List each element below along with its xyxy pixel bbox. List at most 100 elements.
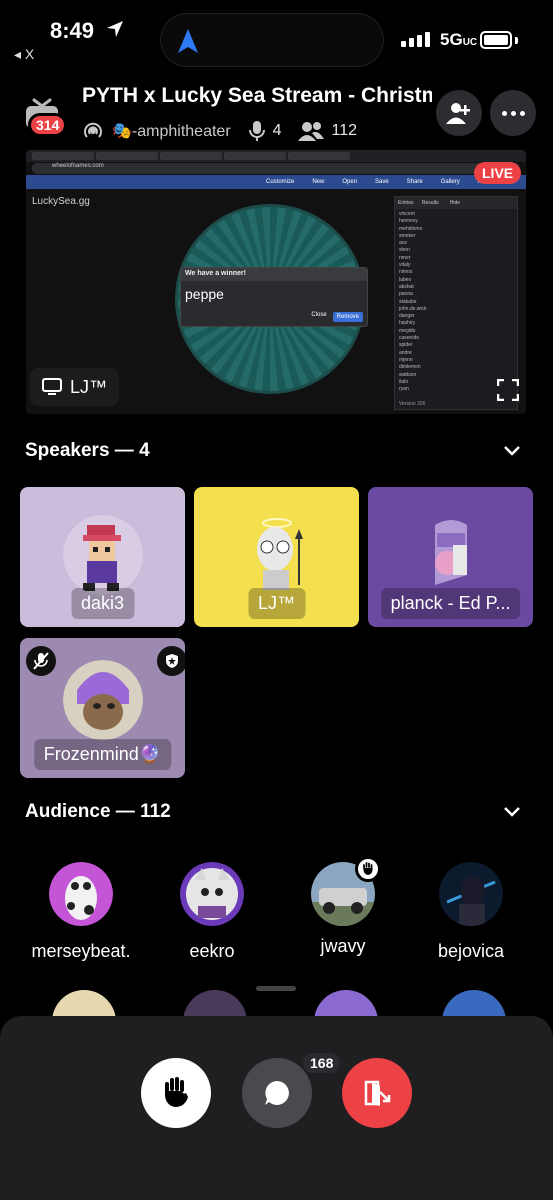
audience-heading: Audience — 112 [25, 801, 171, 822]
entry-item: nmer [399, 254, 411, 261]
audience-name: jwavy [320, 936, 366, 956]
mic-muted-icon [33, 652, 49, 670]
screen-share-stream[interactable]: wheelofnames.com Customize New Open Save Sha… [26, 150, 526, 414]
navigation-arrow-icon [178, 29, 198, 53]
entry-item: panna [399, 291, 413, 298]
channel-emoji: 🎭 [112, 123, 132, 140]
entry-item: vitaly [399, 262, 411, 269]
winner-dialog-title: We have a winner! [181, 268, 367, 281]
audience-member[interactable]: bejovica [416, 862, 526, 962]
location-arrow-icon [107, 21, 123, 37]
entry-item: megido [399, 327, 416, 334]
entry-item: spider [399, 342, 413, 349]
speaker-avatar [62, 515, 143, 595]
entry-item: shen [399, 247, 410, 254]
battery-icon [480, 31, 512, 49]
stream-version: Version 326 [399, 401, 426, 407]
more-dots-icon [501, 110, 525, 116]
speaker-avatar [434, 520, 467, 585]
speaker-tile[interactable]: daki3 [20, 487, 185, 627]
entries-list: vincent hennesy mehdinmx smoker ace shen nmer v… [395, 209, 517, 395]
entry-item: john.de.wick [399, 305, 427, 312]
speaker-avatar [62, 660, 143, 740]
signal-icon [401, 32, 430, 47]
member-count: 112 [331, 122, 358, 139]
entry-item: smoker [399, 232, 416, 239]
entry-item: danger [399, 313, 415, 320]
audience-member[interactable]: jwavy [288, 856, 398, 957]
stream-url: wheelofnames.com [32, 163, 520, 174]
speaker-name: daki3 [70, 588, 135, 619]
audience-name: eekro [189, 941, 235, 961]
winner-dialog: We have a winner! peppe Close Remove [180, 267, 368, 327]
chevron-down-icon[interactable] [503, 444, 521, 458]
raised-hand-icon [363, 862, 373, 875]
audience-avatar-wrap [311, 856, 381, 926]
stream-site-title: LuckySea.gg [32, 196, 90, 207]
entry-item: mjeno [399, 356, 413, 363]
live-badge: LIVE [474, 162, 522, 184]
screen-share-icon [42, 378, 62, 395]
speaker-name: LJ™ [247, 588, 306, 619]
entries-panel: Entries Results Hide vincent hennesy mehdi… [394, 196, 518, 410]
channel-name: 🎭-amphitheater [112, 123, 231, 140]
stage-subinfo: 🎭-amphitheater 4 112 [82, 118, 357, 144]
audience-name: bejovica [437, 941, 505, 961]
speaker-name: planck - Ed P... [380, 588, 521, 619]
audience-member[interactable]: eekro [157, 862, 267, 962]
winner-close-button: Close [311, 312, 327, 318]
stage-title: PYTH x Lucky Sea Stream - Christmas [82, 84, 432, 107]
sheet-grabber[interactable] [256, 986, 296, 991]
entry-item: ace [399, 240, 408, 247]
entry-item: italo [399, 378, 409, 385]
audience-avatar [49, 862, 113, 926]
entry-item: wattson [399, 371, 417, 378]
speakers-heading: Speakers — 4 [25, 440, 150, 461]
add-user-icon [446, 103, 470, 124]
entry-item: labeo [399, 276, 412, 283]
network-type: 5GUC [440, 30, 478, 49]
entry-item: ryan [399, 386, 409, 393]
fullscreen-icon[interactable] [497, 379, 519, 401]
entry-item: nimos [399, 269, 413, 276]
more-options-button[interactable] [490, 90, 536, 136]
members-icon [297, 122, 324, 141]
raised-hand-badge [355, 856, 381, 882]
audience-name: merseybeat. [31, 941, 131, 961]
speaker-tile[interactable]: Frozenmind🔮 [20, 638, 185, 778]
raise-hand-icon [164, 1077, 188, 1107]
speaker-name: Frozenmind🔮 [33, 739, 172, 770]
moderator-status [157, 646, 185, 676]
winner-name: peppe [185, 286, 224, 302]
entry-item: dimlemon [399, 364, 421, 371]
presenter-name: LJ™ [70, 376, 108, 397]
raise-hand-button[interactable] [141, 1058, 211, 1128]
speaker-avatar [256, 518, 303, 590]
audience-avatar [439, 862, 503, 926]
audience-member[interactable]: merseybeat. [26, 862, 136, 962]
back-to-app-link[interactable]: ◂ X [14, 46, 34, 63]
chevron-down-icon[interactable] [503, 805, 521, 819]
winner-remove-button: Remove [332, 312, 363, 322]
chat-count-badge: 168 [301, 1051, 343, 1075]
stream-app-menu: CustomizeNewOpenSaveShareGalleryMore [26, 175, 526, 189]
presenter-tag: LJ™ [30, 368, 120, 406]
speaker-count: 4 [272, 122, 282, 139]
stage-channel-icon [84, 122, 102, 138]
leave-icon [364, 1080, 391, 1106]
entry-item: hashiry [399, 320, 416, 327]
entry-item: stakabe [399, 298, 417, 305]
shield-icon [166, 654, 178, 668]
speaker-tile[interactable]: planck - Ed P... [368, 487, 533, 627]
chat-bubble-icon [265, 1081, 289, 1105]
stream-browser-tabs [26, 150, 526, 162]
status-time: 8:49 [50, 18, 95, 43]
add-user-button[interactable] [436, 90, 482, 136]
battery-tip [515, 37, 518, 44]
entry-item: mehdinmx [399, 225, 423, 232]
audience-avatar [180, 862, 244, 926]
muted-status [26, 646, 56, 676]
speaker-tile[interactable]: LJ™ [194, 487, 359, 627]
dynamic-island[interactable] [160, 13, 384, 67]
leave-stage-button[interactable] [342, 1058, 412, 1128]
